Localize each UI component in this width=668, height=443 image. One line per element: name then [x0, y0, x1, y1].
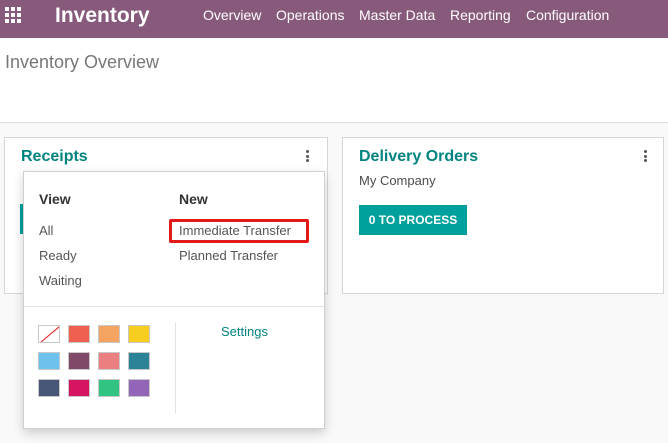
menu-configuration[interactable]: Configuration — [526, 0, 609, 30]
color-swatch-fuchsia[interactable] — [68, 379, 90, 397]
highlight-annotation — [169, 219, 309, 243]
receipts-kebab-icon[interactable] — [302, 149, 312, 163]
new-planned-transfer-link[interactable]: Planned Transfer — [179, 248, 278, 263]
color-swatch-green[interactable] — [98, 379, 120, 397]
apps-grid-icon[interactable] — [5, 7, 21, 23]
color-swatch-purple[interactable] — [128, 379, 150, 397]
view-all-link[interactable]: All — [39, 223, 53, 238]
menu-overview[interactable]: Overview — [203, 0, 261, 30]
color-swatch-orange[interactable] — [98, 325, 120, 343]
color-swatch-medium-blue[interactable] — [128, 352, 150, 370]
receipts-title[interactable]: Receipts — [21, 148, 88, 166]
delivery-company: My Company — [359, 173, 436, 188]
color-swatch-dark-blue[interactable] — [38, 379, 60, 397]
menu-operations[interactable]: Operations — [276, 0, 344, 30]
app-brand[interactable]: Inventory — [55, 3, 150, 29]
delivery-orders-card: Delivery Orders My Company 0 TO PROCESS — [342, 137, 664, 294]
top-navbar: Inventory Overview Operations Master Dat… — [0, 0, 668, 38]
dropdown-divider — [24, 306, 324, 307]
menu-master-data[interactable]: Master Data — [359, 0, 435, 30]
color-swatch-red[interactable] — [68, 325, 90, 343]
color-swatch-dark-purple[interactable] — [68, 352, 90, 370]
view-heading: View — [39, 191, 71, 207]
view-ready-link[interactable]: Ready — [39, 248, 77, 263]
color-swatch-yellow[interactable] — [128, 325, 150, 343]
control-panel: Inventory Overview — [0, 38, 668, 123]
view-waiting-link[interactable]: Waiting — [39, 273, 82, 288]
delivery-kebab-icon[interactable] — [640, 149, 650, 163]
color-swatch-none[interactable] — [38, 325, 60, 343]
new-heading: New — [179, 191, 208, 207]
process-button[interactable]: 0 TO PROCESS — [359, 205, 467, 235]
delivery-orders-title[interactable]: Delivery Orders — [359, 148, 478, 166]
dropdown-vertical-divider — [175, 322, 176, 414]
color-swatch-light-blue[interactable] — [38, 352, 60, 370]
receipts-dropdown-menu: View New All Ready Waiting Immediate Tra… — [23, 171, 325, 429]
page-title: Inventory Overview — [5, 52, 160, 72]
settings-link[interactable]: Settings — [221, 324, 268, 339]
color-swatch-salmon[interactable] — [98, 352, 120, 370]
menu-reporting[interactable]: Reporting — [450, 0, 511, 30]
